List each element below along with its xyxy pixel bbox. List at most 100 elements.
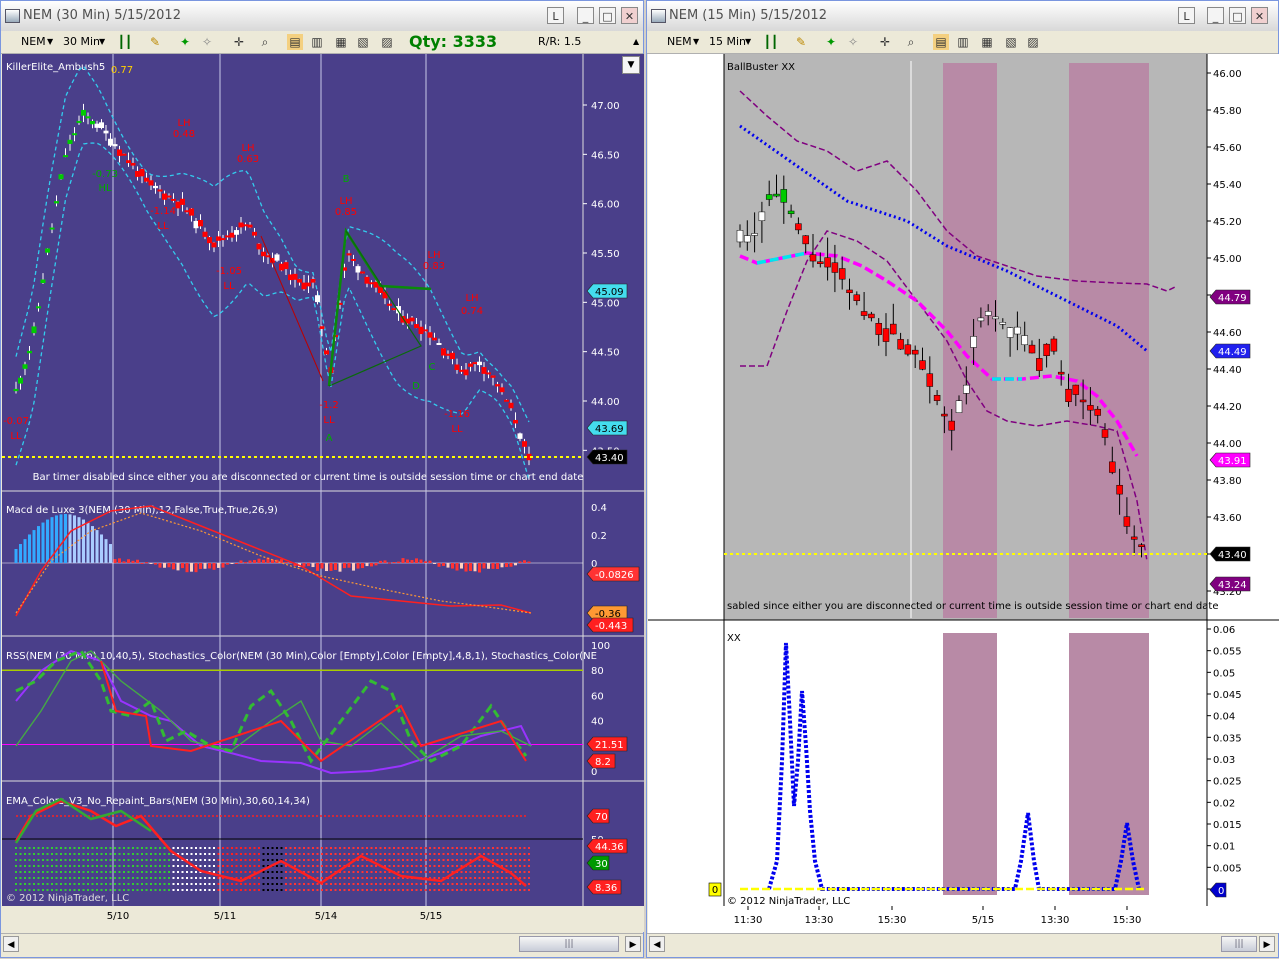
horizontal-scrollbar-right[interactable]: ◀ ||| ▶ <box>647 933 1278 954</box>
ema-dot <box>361 871 364 873</box>
ema-dot <box>528 847 530 849</box>
scroll-right-icon[interactable]: ▶ <box>1259 936 1275 952</box>
ema-dot <box>42 853 44 855</box>
candle-body <box>126 160 131 164</box>
ema-dot <box>451 865 454 867</box>
ema-dot <box>366 847 368 849</box>
ema-dot <box>190 883 193 885</box>
scroll-thumb-left[interactable]: ||| <box>519 936 619 952</box>
macd-histogram-bar <box>509 563 513 567</box>
scroll-left-icon[interactable]: ◀ <box>649 936 665 952</box>
chart-window-right: NEM (15 Min) 5/15/2012 L _ □ ✕ NEM ▼ 15 … <box>646 0 1279 958</box>
ema-dot <box>334 877 337 879</box>
ema-dot <box>379 871 382 873</box>
ema-dot <box>285 859 287 861</box>
ema-dot <box>235 871 238 873</box>
ema-dot <box>132 889 134 891</box>
macd-histogram-bar <box>244 562 247 564</box>
candle-body <box>189 208 194 216</box>
candle-body <box>76 120 82 123</box>
chart-annotation: -1.14 <box>150 206 176 217</box>
candle-body <box>459 369 464 372</box>
ema-dot <box>64 847 67 849</box>
ema-dot <box>514 871 517 873</box>
ema-dot <box>496 877 499 879</box>
candle-body-right <box>963 384 970 394</box>
ema-dot <box>163 847 166 849</box>
ema-dot <box>181 877 184 879</box>
ema-dot <box>271 871 274 873</box>
left-chart-canvas[interactable]: KillerElite_Ambush5Macd de Luxe 3(NEM (3… <box>1 1 645 959</box>
ema-dot <box>208 847 211 849</box>
ema-dot <box>316 865 319 867</box>
candle-body <box>292 273 298 280</box>
ema-dot <box>375 847 377 849</box>
ema-dot <box>370 877 373 879</box>
ema-dot <box>127 853 130 855</box>
ema-dot <box>406 883 409 885</box>
ema-dot <box>145 859 148 861</box>
ema-dot <box>451 847 454 849</box>
ema-dot <box>91 847 94 849</box>
candle-body <box>211 242 217 248</box>
macd-histogram-bar <box>469 563 472 571</box>
ema-dot <box>127 889 130 891</box>
ema-dot <box>87 877 89 879</box>
ema-dot <box>456 877 458 879</box>
candle-body <box>463 369 469 376</box>
ema-dot <box>406 847 409 849</box>
ema-dot <box>222 859 224 861</box>
candle-body-right <box>1036 358 1043 371</box>
ema-dot <box>411 853 413 855</box>
ema-dot <box>172 847 175 849</box>
candle-body <box>135 170 140 177</box>
macd-histogram-bar <box>302 563 306 567</box>
chart-annotation: C <box>429 362 436 373</box>
ema-dot <box>402 865 404 867</box>
ema-dot <box>285 847 287 849</box>
candle-body <box>450 352 455 360</box>
ema-dot <box>24 853 26 855</box>
horizontal-scrollbar-left[interactable]: ◀ ||| ▶ <box>1 933 643 954</box>
macd-histogram-bar <box>415 558 418 563</box>
ema-dot <box>366 883 368 885</box>
panel-menu-dropdown[interactable]: ▼ <box>622 56 640 74</box>
ema-dot <box>186 889 188 891</box>
ema-dot <box>100 859 103 861</box>
ema-dot <box>528 859 530 861</box>
ema-dot <box>235 847 238 849</box>
ema-dot <box>42 889 44 891</box>
ema-dot <box>253 853 256 855</box>
scroll-left-icon[interactable]: ◀ <box>3 936 19 952</box>
right-chart-canvas[interactable]: BallBuster XX XX 46.00 45.80 45.60 45.40 45.20… <box>647 1 1279 959</box>
scroll-thumb-right[interactable]: ||| <box>1221 936 1257 952</box>
ema-dot <box>145 871 148 873</box>
ema-dot <box>177 865 179 867</box>
candle-body <box>31 326 37 334</box>
ema-dot <box>15 883 17 885</box>
ema-dot <box>159 859 161 861</box>
ema-dot <box>438 871 440 873</box>
scroll-right-icon[interactable]: ▶ <box>625 936 641 952</box>
ema-dot <box>78 877 80 879</box>
ema-dot <box>109 847 112 849</box>
ema-dot <box>447 853 449 855</box>
ema-dot <box>141 859 143 861</box>
ema-dot <box>384 853 386 855</box>
candle-body <box>256 243 262 250</box>
ema-dot <box>411 847 413 849</box>
candle-body-right <box>1087 405 1094 411</box>
ema-dot <box>51 871 53 873</box>
ema-dot <box>19 853 22 855</box>
ema-dot <box>60 877 62 879</box>
price-tick-label-right: 44.20 <box>1213 402 1242 413</box>
ema-dot <box>280 853 283 855</box>
ema-dot <box>204 847 206 849</box>
ema-dot <box>325 859 328 861</box>
price-tick-label-right: 45.60 <box>1213 143 1242 154</box>
ema-dot <box>312 847 314 849</box>
ema-dot <box>154 853 157 855</box>
ema-dot <box>64 883 67 885</box>
candle-body-right <box>860 311 868 316</box>
ema-dot <box>501 871 503 873</box>
